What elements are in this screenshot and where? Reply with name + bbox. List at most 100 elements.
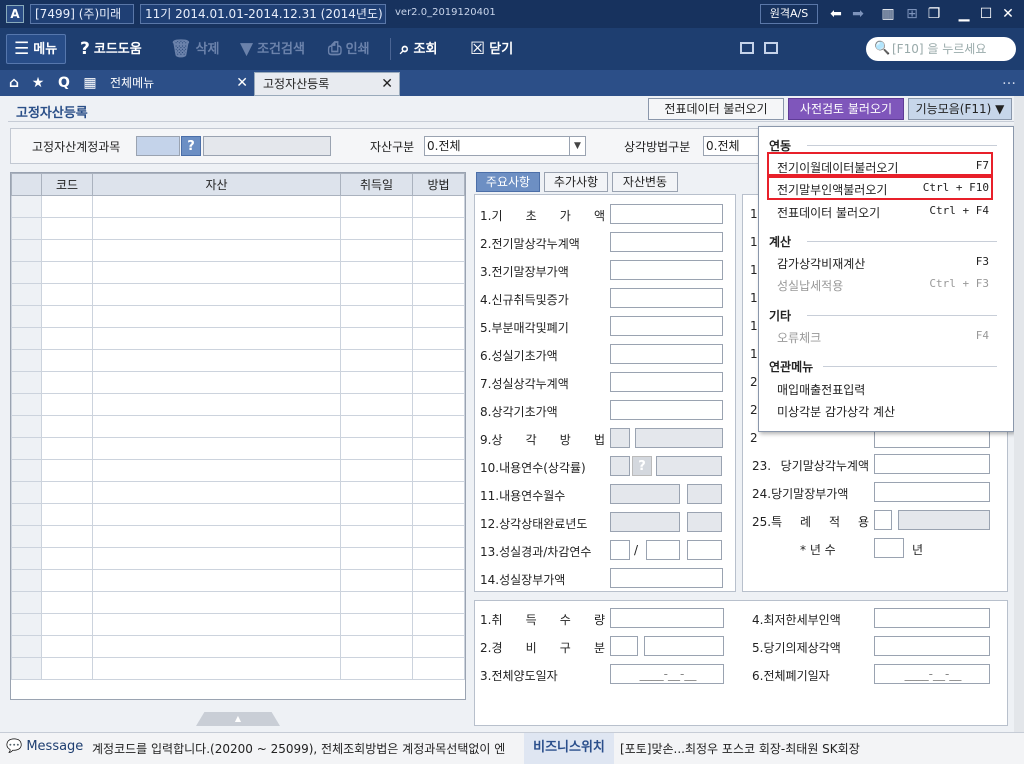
table-cell[interactable] — [412, 393, 465, 416]
menu-item-undepreciated-calc[interactable]: 미상각분 감가상각 계산 — [777, 403, 989, 420]
field-value-input[interactable] — [610, 608, 724, 628]
remote-support-button[interactable]: 원격A/S — [760, 4, 818, 24]
table-cell[interactable] — [41, 657, 93, 680]
table-cell[interactable] — [340, 657, 413, 680]
star-icon[interactable]: ★ — [28, 73, 48, 93]
menu-item-error-check[interactable]: 오류체크 F4 — [777, 329, 989, 346]
account-code-input[interactable] — [136, 136, 180, 156]
table-cell[interactable] — [340, 393, 413, 416]
table-cell[interactable] — [11, 657, 42, 680]
table-cell[interactable] — [340, 459, 413, 482]
table-cell[interactable] — [41, 569, 93, 592]
table-cell[interactable] — [412, 327, 465, 350]
table-row[interactable] — [11, 459, 465, 482]
field-value-input[interactable] — [874, 482, 990, 502]
table-cell[interactable] — [340, 195, 413, 218]
table-cell[interactable] — [412, 371, 465, 394]
field-value-input[interactable] — [610, 512, 680, 532]
company-box[interactable]: [7499] (주)미래 — [30, 4, 134, 24]
search-input[interactable]: 🔍 [F10] 을 누르세요 — [866, 37, 1016, 61]
table-cell[interactable] — [340, 261, 413, 284]
table-cell[interactable] — [41, 327, 93, 350]
calendar-icon[interactable]: ▦ — [80, 73, 100, 93]
table-cell[interactable] — [92, 459, 341, 482]
table-cell[interactable] — [412, 415, 465, 438]
table-row[interactable] — [11, 371, 465, 394]
table-cell[interactable] — [92, 349, 341, 372]
table-cell[interactable] — [11, 503, 42, 526]
table-cell[interactable] — [92, 239, 341, 262]
vertical-scrollbar[interactable] — [1014, 96, 1024, 732]
field-value-input[interactable] — [610, 540, 630, 560]
table-row[interactable] — [11, 481, 465, 504]
table-cell[interactable] — [92, 437, 341, 460]
field-value-input[interactable] — [610, 568, 723, 588]
table-cell[interactable] — [41, 261, 93, 284]
field-help-button[interactable]: ? — [632, 456, 652, 476]
news-ticker[interactable]: [포토]맞손...최정우 포스코 회장-최태원 SK회장 — [620, 740, 860, 757]
back-arrow-icon[interactable]: ⬅ — [826, 4, 846, 24]
field-value-input[interactable] — [610, 232, 723, 252]
table-cell[interactable] — [340, 591, 413, 614]
table-cell[interactable] — [11, 371, 42, 394]
grid-icon[interactable]: ⊞ — [902, 4, 922, 24]
table-cell[interactable] — [11, 261, 42, 284]
table-row[interactable] — [11, 591, 465, 614]
table-row[interactable] — [11, 195, 465, 218]
table-cell[interactable] — [412, 657, 465, 680]
functions-button[interactable]: 기능모음(F11) ▼ — [908, 98, 1012, 120]
table-cell[interactable] — [41, 591, 93, 614]
table-cell[interactable] — [92, 591, 341, 614]
table-cell[interactable] — [92, 525, 341, 548]
table-cell[interactable] — [412, 591, 465, 614]
tab-fixed-asset-registration[interactable]: 고정자산등록 ✕ — [254, 72, 400, 96]
message-label[interactable]: 💬 Message — [6, 739, 83, 754]
table-cell[interactable] — [11, 283, 42, 306]
table-row[interactable] — [11, 657, 465, 680]
field-value-input[interactable] — [610, 288, 723, 308]
table-row[interactable] — [11, 613, 465, 636]
table-cell[interactable] — [340, 547, 413, 570]
table-cell[interactable] — [340, 217, 413, 240]
field-sub-input[interactable] — [687, 484, 722, 504]
field-value-input[interactable] — [610, 260, 723, 280]
table-cell[interactable] — [11, 613, 42, 636]
table-cell[interactable] — [11, 459, 42, 482]
splitter-handle[interactable]: ▲ — [196, 712, 280, 726]
menu-item-load-voucher[interactable]: 전표데이터 불러오기 Ctrl + F4 — [777, 204, 989, 221]
tab-asset-changes[interactable]: 자산변동 — [612, 172, 678, 192]
menu-item-purchase-sales-voucher[interactable]: 매입매출전표입력 — [777, 381, 989, 398]
field-value-input[interactable] — [610, 400, 723, 420]
tab-close-icon[interactable]: ✕ — [236, 72, 248, 94]
table-cell[interactable] — [92, 195, 341, 218]
filter-button[interactable]: ▼ 조건검색 — [240, 36, 305, 62]
table-cell[interactable] — [92, 547, 341, 570]
table-cell[interactable] — [340, 613, 413, 636]
field-value-input[interactable] — [610, 484, 680, 504]
table-cell[interactable] — [41, 613, 93, 636]
minimize-icon[interactable]: ▁ — [954, 4, 974, 24]
table-row[interactable] — [11, 415, 465, 438]
table-cell[interactable] — [41, 525, 93, 548]
field-sub-input[interactable] — [687, 540, 722, 560]
table-cell[interactable] — [41, 503, 93, 526]
table-cell[interactable] — [41, 437, 93, 460]
table-cell[interactable] — [41, 481, 93, 504]
table-cell[interactable] — [340, 503, 413, 526]
field-code-input[interactable] — [610, 428, 630, 448]
dropdown-arrow-icon[interactable]: ▼ — [569, 137, 585, 155]
table-cell[interactable] — [11, 195, 42, 218]
forward-arrow-icon[interactable]: ➡ — [848, 4, 868, 24]
table-row[interactable] — [11, 569, 465, 592]
table-cell[interactable] — [412, 261, 465, 284]
field-value-input[interactable] — [610, 344, 723, 364]
table-cell[interactable] — [41, 415, 93, 438]
table-cell[interactable] — [41, 305, 93, 328]
table-cell[interactable] — [11, 547, 42, 570]
table-cell[interactable] — [11, 393, 42, 416]
table-cell[interactable] — [92, 503, 341, 526]
view-button[interactable]: ⌕ 조회 — [400, 36, 437, 62]
table-cell[interactable] — [11, 437, 42, 460]
table-cell[interactable] — [340, 437, 413, 460]
print-button[interactable]: ⎙ 인쇄 — [328, 36, 370, 62]
